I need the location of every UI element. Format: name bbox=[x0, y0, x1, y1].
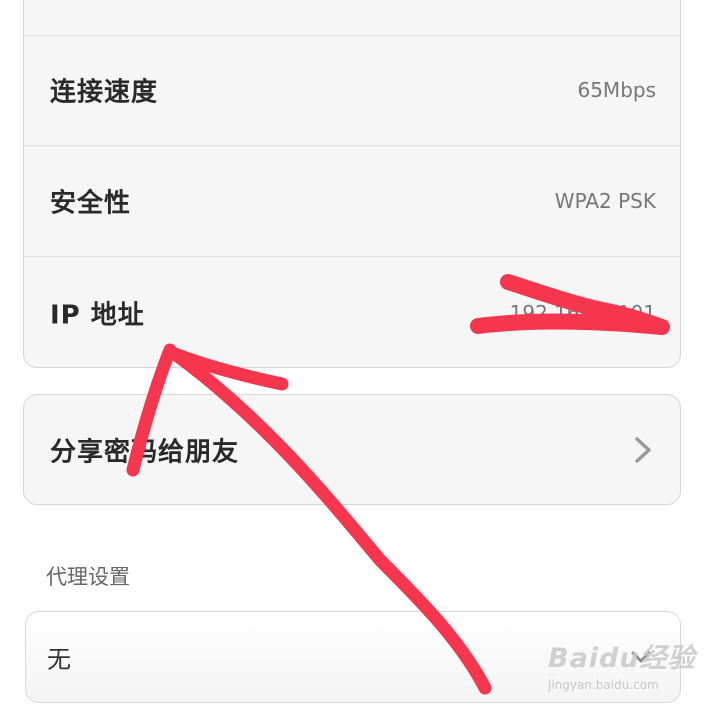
previous-row bbox=[24, 0, 680, 36]
proxy-selected-value: 无 bbox=[47, 645, 71, 674]
ip-address-label: IP 地址 bbox=[50, 300, 145, 331]
ip-address-value: 192.168.1.101 bbox=[509, 301, 656, 325]
chevron-right-icon bbox=[635, 436, 651, 463]
wifi-details-screen: 连接速度 65Mbps 安全性 WPA2 PSK IP 地址 192.168.1… bbox=[0, 0, 712, 713]
share-password-label: 分享密码给朋友 bbox=[50, 437, 240, 467]
link-speed-row: 连接速度 65Mbps bbox=[24, 35, 680, 146]
security-label: 安全性 bbox=[50, 188, 132, 219]
security-row: 安全性 WPA2 PSK bbox=[24, 146, 680, 257]
ip-address-row: IP 地址 192.168.1.101 bbox=[24, 257, 680, 369]
link-speed-value: 65Mbps bbox=[577, 78, 656, 102]
share-password-button[interactable]: 分享密码给朋友 bbox=[23, 394, 681, 505]
network-info-card: 连接速度 65Mbps 安全性 WPA2 PSK IP 地址 192.168.1… bbox=[23, 0, 681, 368]
security-value: WPA2 PSK bbox=[554, 189, 656, 213]
link-speed-label: 连接速度 bbox=[50, 77, 159, 108]
chevron-down-icon bbox=[631, 651, 651, 663]
proxy-select[interactable]: 无 bbox=[25, 611, 681, 703]
proxy-section-label: 代理设置 bbox=[46, 565, 130, 589]
